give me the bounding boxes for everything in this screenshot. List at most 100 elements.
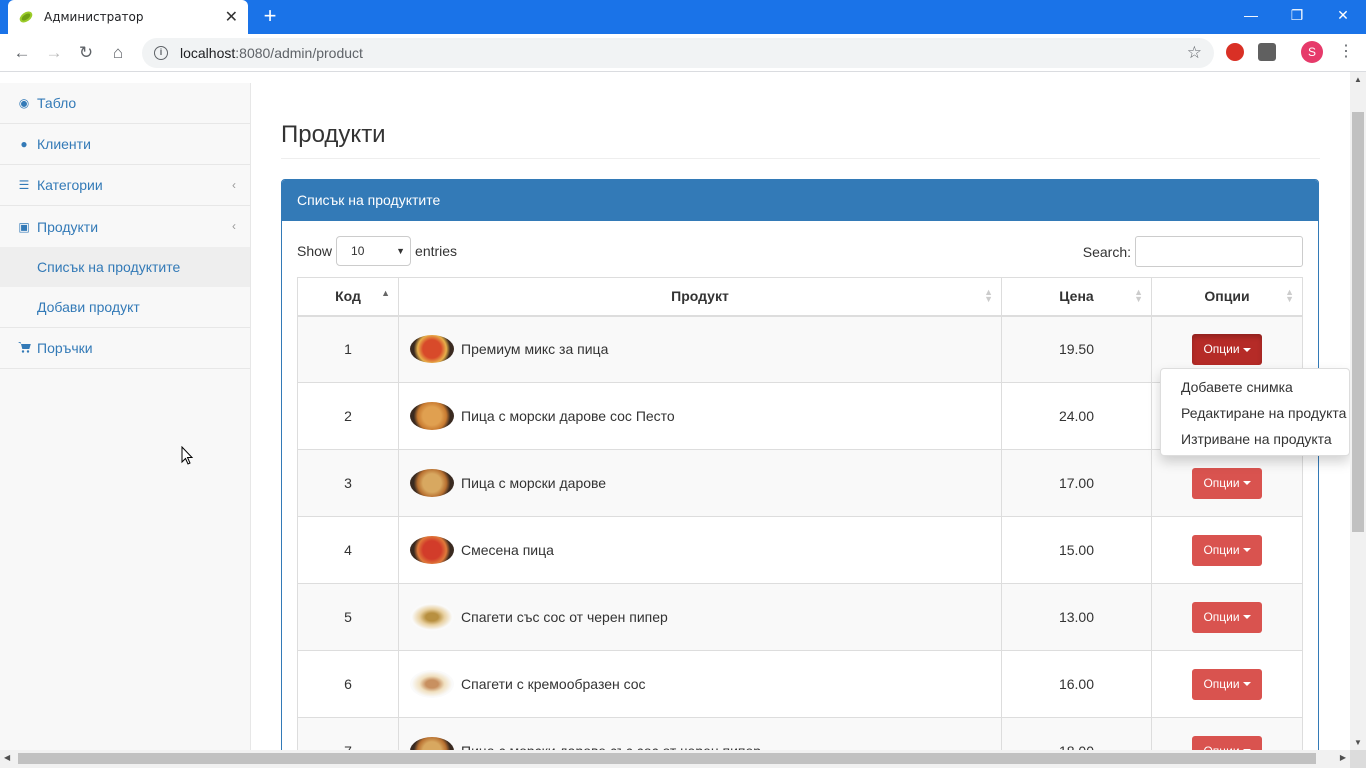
browser-menu-icon[interactable]: ⋮	[1338, 43, 1354, 61]
adblock-extension-icon[interactable]	[1226, 43, 1244, 61]
scroll-down-icon[interactable]: ▼	[1354, 738, 1362, 747]
browser-titlebar: Администратор ✕ + — ❐ ✕	[0, 0, 1366, 34]
scroll-up-icon[interactable]: ▲	[1354, 75, 1362, 84]
cell-product: Пица с морски дарове	[398, 449, 1002, 517]
restore-button[interactable]: ❐	[1274, 0, 1320, 30]
new-tab-button[interactable]: +	[260, 4, 280, 28]
cell-code: 6	[297, 650, 399, 718]
forward-icon[interactable]: →	[42, 41, 66, 65]
product-thumbnail	[410, 469, 454, 497]
table-row: 2Пица с морски дарове сос Песто24.00Опци…	[297, 382, 1303, 450]
search-input[interactable]	[1135, 236, 1303, 267]
products-panel: Списък на продуктите Show 10 ▼ entries S…	[281, 179, 1319, 759]
cell-code: 2	[297, 382, 399, 450]
browser-tab[interactable]: Администратор ✕	[8, 0, 248, 34]
profile-avatar[interactable]: S	[1301, 41, 1323, 63]
products-table: Код ▲ Продукт ▲ ▼ Цена ▲ ▼ Опции ▲ ▼ 1 Премиум м…	[297, 277, 1303, 758]
product-name: Спагети с кремообразен сос	[461, 676, 646, 692]
sidebar-item-categories[interactable]: ☰ Категории ‹	[0, 165, 250, 206]
address-bar[interactable]: i localhost:8080/admin/product ☆	[142, 38, 1214, 68]
options-button-label: Опции	[1203, 676, 1240, 691]
caret-down-icon	[1242, 548, 1251, 553]
sidebar: ◉ Табло ● Клиенти ☰ Категории ‹ ▣ Продук…	[0, 83, 251, 750]
sidebar-item-dashboard[interactable]: ◉ Табло	[0, 83, 250, 124]
bookmark-star-icon[interactable]: ☆	[1187, 43, 1202, 63]
table-row: 3 Пица с морски дарове 17.00 Опции	[297, 449, 1303, 517]
options-button[interactable]: Опции	[1192, 333, 1262, 365]
cell-price: 24.00	[1001, 382, 1152, 450]
sidebar-item-clients[interactable]: ● Клиенти	[0, 124, 250, 165]
cell-price: 13.00	[1001, 583, 1152, 651]
chevron-left-icon: ‹	[232, 219, 236, 233]
horizontal-scroll-thumb[interactable]	[18, 753, 1316, 764]
cell-price: 15.00	[1001, 516, 1152, 584]
cell-price: 16.00	[1001, 650, 1152, 718]
site-info-icon[interactable]: i	[154, 46, 168, 60]
page-title: Продукти	[281, 121, 386, 148]
sidebar-subitem-add-product[interactable]: Добави продукт	[0, 287, 250, 328]
horizontal-scrollbar[interactable]: ◀ ▶	[0, 750, 1350, 768]
edit-product-menu-item[interactable]: Редактиране на продукта	[1161, 400, 1349, 426]
cell-product: Смесена пица	[398, 516, 1002, 584]
sidebar-item-orders[interactable]: Поръчки	[0, 328, 250, 369]
caret-down-icon	[1242, 615, 1251, 620]
home-icon[interactable]: ⌂	[106, 41, 130, 65]
column-label: Опции	[1204, 288, 1250, 305]
cell-options: Опции	[1151, 583, 1303, 651]
cell-product: Спагети със сос от черен пипер	[398, 583, 1002, 651]
tab-close-icon[interactable]: ✕	[225, 7, 238, 27]
scroll-right-icon[interactable]: ▶	[1340, 753, 1346, 762]
table-row: 6 Спагети с кремообразен сос 16.00 Опции	[297, 650, 1303, 718]
minimize-button[interactable]: —	[1228, 0, 1274, 30]
show-label: Show	[297, 243, 333, 259]
options-button-label: Опции	[1203, 609, 1240, 624]
cell-product: Премиум микс за пица	[398, 315, 1002, 383]
sidebar-item-products[interactable]: ▣ Продукти ‹	[0, 206, 250, 247]
panel-heading: Списък на продуктите	[282, 180, 1318, 221]
sidebar-subitem-product-list[interactable]: Списък на продуктите	[0, 247, 250, 287]
product-thumbnail	[410, 670, 454, 698]
product-name: Смесена пица	[461, 542, 554, 558]
url-text: localhost:8080/admin/product	[180, 45, 363, 61]
options-button[interactable]: Опции	[1192, 601, 1262, 633]
back-icon[interactable]: ←	[10, 41, 34, 65]
vertical-scroll-thumb[interactable]	[1352, 112, 1364, 532]
options-button-label: Опции	[1203, 341, 1240, 356]
vertical-scrollbar[interactable]: ▲ ▼	[1350, 72, 1366, 750]
table-row: 4 Смесена пица 15.00 Опции	[297, 516, 1303, 584]
sort-both-icon: ▲ ▼	[1285, 287, 1294, 304]
cell-price: 19.50	[1001, 315, 1152, 383]
options-button-label: Опции	[1203, 475, 1240, 490]
table-search: Search:	[1083, 236, 1303, 267]
product-name: Спагети със сос от черен пипер	[461, 609, 668, 625]
cell-options: Опции	[1151, 516, 1303, 584]
options-button[interactable]: Опции	[1192, 668, 1262, 700]
column-header-code[interactable]: Код ▲	[297, 277, 399, 317]
facebook-extension-icon[interactable]	[1258, 43, 1276, 61]
cell-product: Спагети с кремообразен сос	[398, 650, 1002, 718]
cell-code: 4	[297, 516, 399, 584]
options-button[interactable]: Опции	[1192, 534, 1262, 566]
delete-product-menu-item[interactable]: Изтриване на продукта	[1161, 426, 1349, 452]
search-label: Search:	[1082, 243, 1131, 260]
options-button[interactable]: Опции	[1192, 467, 1262, 499]
title-divider	[281, 158, 1320, 159]
column-header-price[interactable]: Цена ▲ ▼	[1001, 277, 1152, 317]
column-header-options[interactable]: Опции ▲ ▼	[1151, 277, 1303, 317]
options-dropdown-menu: Добавете снимка Редактиране на продукта …	[1160, 368, 1350, 456]
cell-options: Опции	[1151, 449, 1303, 517]
dashboard-icon: ◉	[18, 96, 30, 110]
product-thumbnail	[410, 536, 454, 564]
column-header-product[interactable]: Продукт ▲ ▼	[398, 277, 1002, 317]
scroll-left-icon[interactable]: ◀	[4, 753, 10, 762]
add-image-menu-item[interactable]: Добавете снимка	[1161, 374, 1349, 400]
column-label: Цена	[1059, 288, 1094, 305]
reload-icon[interactable]: ↻	[74, 41, 98, 65]
caret-down-icon	[1242, 481, 1251, 486]
sort-both-icon: ▲ ▼	[1134, 287, 1143, 304]
table-row: 1 Премиум микс за пица 19.50 Опции	[297, 315, 1303, 383]
entries-select[interactable]: 10 ▼	[336, 236, 412, 266]
window-close-button[interactable]: ✕	[1320, 0, 1366, 30]
cell-price: 17.00	[1001, 449, 1152, 517]
entries-label: entries	[415, 243, 458, 259]
